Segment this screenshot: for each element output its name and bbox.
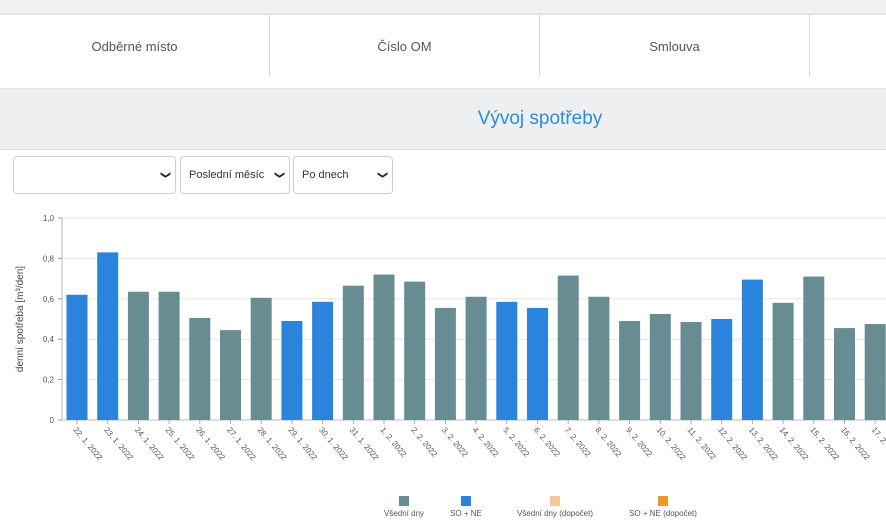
x-tick-label: 17. 2. 2022 [870,426,886,463]
chevron-down-icon: ❯ [273,170,285,180]
bar [557,275,579,420]
x-tick-label: 2. 2. 2022 [409,426,439,459]
bar [220,330,241,420]
x-tick-label: 8. 2. 2022 [593,426,623,459]
bar [496,301,518,420]
x-tick-label: 25. 1. 2022 [164,426,197,463]
bar [158,291,180,420]
bar [864,324,886,420]
info-row: Odběrné místo Číslo OM Smlouva [0,15,886,77]
legend-item[interactable]: Všední dny (dopočet) [495,496,615,518]
x-tick-label: 22. 1. 2022 [71,426,104,463]
chevron-down-icon: ❯ [159,170,171,180]
x-tick-label: 9. 2. 2022 [624,426,654,459]
legend-label: SO + NE (dopočet) [629,509,697,518]
x-tick-label: 12. 2. 2022 [716,426,749,463]
granularity-select-value: Po dnech [302,169,349,181]
y-axis-label: denní spotřeba [m³/den] [15,266,26,372]
bar [649,313,671,420]
x-tick-label: 26. 1. 2022 [194,426,227,463]
bar [834,328,855,420]
bar [619,321,641,420]
x-tick-label: 24. 1. 2022 [133,426,166,463]
x-tick-label: 23. 1. 2022 [102,426,135,463]
x-tick-label: 11. 2. 2022 [685,426,718,462]
section-title: Vývoj spotřeby [477,108,603,129]
y-tick-label: 0,4 [43,335,55,344]
bar [465,296,487,420]
chart-legend: Všední dny SO + NE Všední dny (dopočet) SO … [0,496,886,520]
x-tick-label: 27. 1. 2022 [225,426,258,463]
bar [527,307,548,420]
top-strip [0,0,886,15]
place-select[interactable]: ❯ [13,156,176,194]
y-tick-label: 0 [50,416,55,425]
bar [373,274,395,420]
y-tick-label: 1,0 [43,214,55,223]
bar [741,279,763,420]
bar [588,296,610,420]
x-tick-label: 15. 2. 2022 [808,426,841,463]
bar [66,294,88,420]
period-select[interactable]: Poslední měsíc ❯ [180,156,290,194]
x-tick-label: 13. 2. 2022 [747,426,780,463]
bar [772,302,794,420]
x-tick-label: 10. 2. 2022 [655,426,688,463]
x-tick-label: 28. 1. 2022 [256,426,289,463]
x-tick-label: 14. 2. 2022 [778,426,811,463]
info-cell-contract: Smlouva [540,15,810,77]
info-cell-extra [810,15,886,77]
bar [97,252,119,420]
x-tick-label: 29. 1. 2022 [286,426,319,463]
x-tick-label: 31. 1. 2022 [348,426,381,463]
legend-swatch [550,496,560,506]
y-tick-label: 0,8 [43,254,55,263]
bar [711,319,733,420]
bar [803,276,825,420]
bar [342,285,364,420]
bar [250,297,272,420]
info-cell-place: Odběrné místo [0,15,270,77]
x-tick-label: 6. 2. 2022 [532,426,562,459]
legend-swatch [658,496,668,506]
bar [312,301,334,420]
x-tick-label: 3. 2. 2022 [440,426,470,459]
x-tick-label: 30. 1. 2022 [317,426,350,463]
x-tick-label: 7. 2. 2022 [563,426,593,459]
legend-item[interactable]: SO + NE (dopočet) [603,496,723,518]
period-select-value: Poslední měsíc [189,169,265,181]
x-tick-label: 16. 2. 2022 [839,426,872,463]
y-tick-label: 0,2 [43,376,55,385]
x-tick-label: 4. 2. 2022 [471,426,501,459]
bar [189,317,211,420]
consumption-chart: denní spotřeba [m³/den] 0 0,2 0,4 0,6 0,8 1,0 2… [15,214,886,463]
bar [281,321,303,420]
y-tick-label: 0,6 [43,295,55,304]
granularity-select[interactable]: Po dnech ❯ [293,156,393,194]
info-cell-om-number: Číslo OM [270,15,540,77]
section-header: Vývoj spotřeby [0,88,886,150]
bar [434,307,456,420]
bar [404,281,426,420]
bar [680,322,702,420]
bar [127,291,149,420]
legend-swatch [461,496,471,506]
x-tick-label: 1. 2. 2022 [378,426,408,459]
x-tick-label: 5. 2. 2022 [501,426,531,459]
legend-label: Všední dny (dopočet) [516,509,594,518]
chevron-down-icon: ❯ [376,170,388,180]
